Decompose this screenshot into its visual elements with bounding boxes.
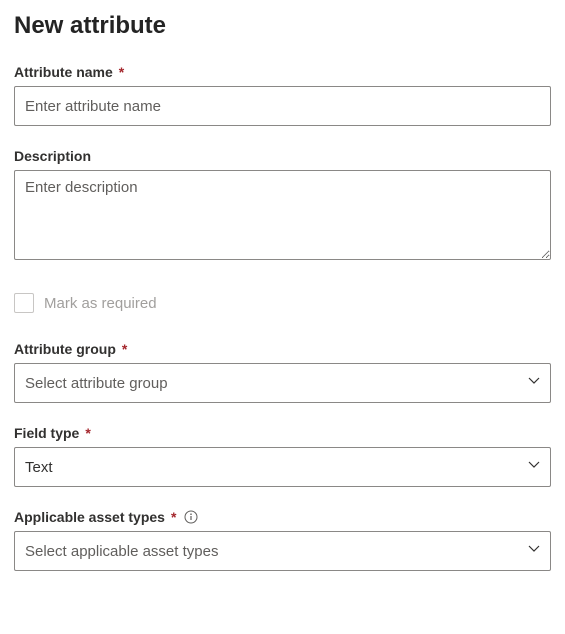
applicable-asset-types-field: Applicable asset types * Select applicab… (14, 509, 551, 571)
required-asterisk: * (85, 425, 90, 441)
mark-required-label: Mark as required (44, 295, 157, 312)
required-asterisk: * (119, 64, 124, 80)
field-type-field: Field type * Text (14, 425, 551, 487)
attribute-group-field: Attribute group * Select attribute group (14, 341, 551, 403)
attribute-group-label: Attribute group * (14, 341, 551, 357)
required-asterisk: * (171, 509, 176, 525)
description-input[interactable] (14, 170, 551, 260)
attribute-group-select-wrapper: Select attribute group (14, 363, 551, 403)
attribute-name-label: Attribute name * (14, 64, 551, 80)
attribute-group-label-text: Attribute group (14, 341, 116, 357)
description-label: Description (14, 148, 551, 164)
mark-required-checkbox[interactable] (14, 293, 34, 313)
attribute-group-placeholder: Select attribute group (25, 375, 168, 392)
applicable-asset-types-label-text: Applicable asset types (14, 509, 165, 525)
mark-required-row: Mark as required (14, 293, 551, 313)
attribute-name-field: Attribute name * (14, 64, 551, 126)
page-title: New attribute (14, 12, 551, 40)
field-type-label-text: Field type (14, 425, 79, 441)
description-field: Description (14, 148, 551, 265)
attribute-name-input[interactable] (14, 86, 551, 126)
required-asterisk: * (122, 341, 127, 357)
field-type-label: Field type * (14, 425, 551, 441)
attribute-name-label-text: Attribute name (14, 64, 113, 80)
applicable-asset-types-select[interactable]: Select applicable asset types (14, 531, 551, 571)
field-type-select[interactable]: Text (14, 447, 551, 487)
info-icon[interactable] (184, 510, 198, 524)
applicable-asset-types-select-wrapper: Select applicable asset types (14, 531, 551, 571)
field-type-select-wrapper: Text (14, 447, 551, 487)
applicable-asset-types-label: Applicable asset types * (14, 509, 551, 525)
field-type-value: Text (25, 459, 53, 476)
attribute-group-select[interactable]: Select attribute group (14, 363, 551, 403)
description-label-text: Description (14, 148, 91, 164)
applicable-asset-types-placeholder: Select applicable asset types (25, 543, 218, 560)
